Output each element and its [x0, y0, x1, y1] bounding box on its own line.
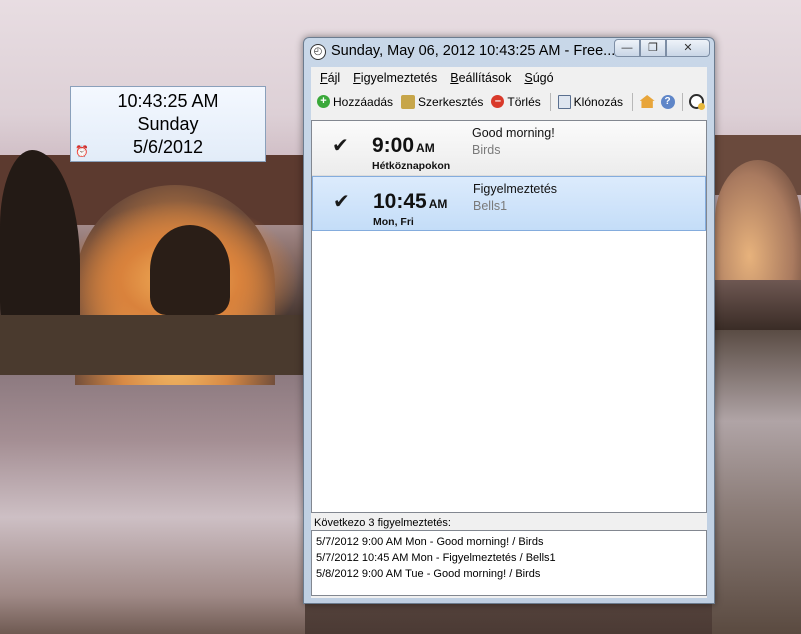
toolbar-separator [549, 92, 551, 111]
delete-icon: – [491, 95, 505, 108]
alarm-time: 9:00 AM [372, 134, 435, 157]
alarm-time: 10:45 AM [373, 190, 448, 213]
toolbar-separator [681, 92, 683, 111]
widget-day: Sunday [137, 114, 199, 134]
window-controls: — ❐ ✕ [614, 39, 710, 58]
list-item[interactable]: 5/8/2012 9:00 AM Tue - Good morning! / B… [316, 566, 702, 582]
widget-time: 10:43:25 AM [117, 91, 219, 111]
menu-bar: Fájl Figyelmeztetés Beállítások Súgó [311, 67, 707, 89]
wallpaper-water [0, 375, 305, 634]
wallpaper-bridge-arch-right [715, 160, 801, 280]
wallpaper-ground [0, 315, 305, 375]
list-item[interactable]: 5/7/2012 10:45 AM Mon - Figyelmeztetés /… [316, 550, 702, 566]
clock-icon: ◴ [310, 44, 326, 60]
clone-button[interactable]: Klónozás [555, 91, 628, 113]
maximize-button[interactable]: ❐ [640, 39, 666, 57]
window-client-area: Fájl Figyelmeztetés Beállítások Súgó + H… [311, 67, 707, 598]
alarm-clock-icon: ⏰ [75, 146, 89, 158]
menu-alerts[interactable]: Figyelmeztetés [348, 67, 445, 89]
widget-date: 5/6/2012 [132, 137, 204, 157]
list-item[interactable]: 5/7/2012 9:00 AM Mon - Good morning! / B… [316, 534, 702, 550]
alarm-row[interactable]: ✔ 9:00 AM Hétköznapokon Good morning! Bir… [312, 121, 706, 176]
delete-button[interactable]: – Törlés [488, 91, 545, 113]
wallpaper-tree [150, 225, 230, 315]
next-alerts-label: Következo 3 figyelmeztetés: [314, 517, 451, 529]
alarm-clock-button[interactable] [687, 91, 707, 113]
desktop-clock-widget[interactable]: 10:43:25 AM Sunday 5/6/2012 ⏰ [70, 86, 266, 162]
alarm-title: Figyelmeztetés [473, 182, 558, 196]
menu-help[interactable]: Súgó [519, 67, 561, 89]
title-bar[interactable]: ◴ Sunday, May 06, 2012 10:43:25 AM - Fre… [304, 38, 714, 66]
alarm-clock-icon [689, 94, 706, 110]
edit-button[interactable]: Szerkesztés [398, 91, 488, 113]
add-icon: + [317, 95, 330, 108]
help-button[interactable]: ? [657, 91, 677, 113]
alarm-row[interactable]: ✔ 10:45 AM Mon, Fri Figyelmeztetés Bells1 [312, 176, 706, 231]
app-window: ◴ Sunday, May 06, 2012 10:43:25 AM - Fre… [303, 37, 715, 604]
toolbar: + Hozzáadás Szerkesztés – Törlés Klónozá… [311, 89, 707, 114]
alarm-days: Hétköznapokon [372, 160, 451, 172]
close-button[interactable]: ✕ [666, 39, 710, 57]
menu-settings[interactable]: Beállítások [445, 67, 519, 89]
window-title: Sunday, May 06, 2012 10:43:25 AM - Free.… [331, 43, 616, 59]
help-icon: ? [660, 94, 675, 109]
alarm-title: Good morning! [472, 126, 555, 140]
minimize-button[interactable]: — [614, 39, 640, 57]
clone-icon [557, 94, 571, 109]
alarm-sound: Birds [472, 143, 501, 157]
alarm-sound: Bells1 [473, 199, 508, 213]
menu-file[interactable]: Fájl [315, 67, 348, 89]
next-alerts-list[interactable]: 5/7/2012 9:00 AM Mon - Good morning! / B… [311, 530, 707, 596]
add-button[interactable]: + Hozzáadás [314, 91, 398, 113]
home-button[interactable] [637, 91, 657, 113]
toolbar-separator [632, 92, 633, 111]
home-icon [639, 95, 655, 108]
edit-icon [401, 94, 416, 109]
alarm-enabled-checkbox[interactable]: ✔ [333, 192, 353, 212]
alarm-days: Mon, Fri [373, 216, 414, 228]
alarm-enabled-checkbox[interactable]: ✔ [332, 136, 352, 156]
alarm-list[interactable]: ✔ 9:00 AM Hétköznapokon Good morning! Bir… [311, 120, 707, 513]
wallpaper-ground-right [712, 330, 801, 634]
